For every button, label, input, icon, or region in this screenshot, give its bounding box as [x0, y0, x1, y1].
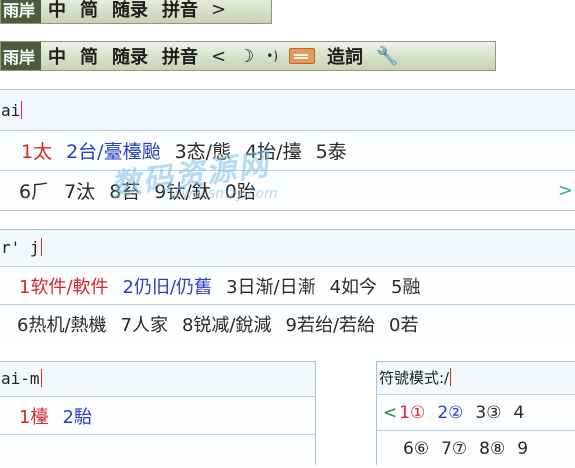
candidate-6[interactable]: 6热机/熱機 [17, 311, 107, 337]
candidate-window-ai-m: ai-m 1檯 2駘 [0, 361, 316, 468]
candidate-row-1: 1软件/軟件 2仍旧/仍舊 3日渐/日漸 4如今 5融 [0, 266, 575, 304]
candidate-4[interactable]: 4如今 [330, 273, 377, 299]
ime-toolbar-top: 雨岸 中 简 随录 拼音 > [0, 0, 272, 24]
punctuation-icon[interactable]: •) [260, 49, 284, 63]
composition-line: r' j [0, 230, 575, 264]
record-button[interactable]: 随录 [105, 0, 155, 22]
candidate-2[interactable]: 2駘 [62, 403, 91, 429]
candidate-3[interactable]: 3日渐/日漸 [226, 273, 316, 299]
candidate-5[interactable]: 5泰 [316, 137, 347, 164]
candidate-0[interactable]: 0若 [389, 311, 418, 337]
text-caret [40, 238, 42, 256]
text-caret [40, 369, 42, 387]
expand-arrow-icon[interactable]: > [205, 0, 232, 20]
candidate-2[interactable]: 2仍旧/仍舊 [123, 273, 213, 299]
candidate-window-ai: ai 1太 2台/臺檯颱 3态/態 4抬/擡 5泰 6⺁ 7汰 8苔 9钛/鈦 … [0, 89, 575, 211]
candidate-1[interactable]: 1软件/軟件 [19, 273, 109, 299]
candidate-2[interactable]: 2台/臺檯颱 [66, 137, 161, 164]
keyboard-icon[interactable] [289, 48, 316, 64]
candidate-9[interactable]: 9钛/鈦 [154, 177, 211, 204]
candidate-3[interactable]: 3态/態 [175, 137, 232, 164]
prev-page-arrow-icon[interactable]: < [383, 403, 397, 423]
candidate-2[interactable]: 2② [437, 403, 463, 423]
candidate-7[interactable]: 7人家 [121, 311, 168, 337]
composition-text: 符號模式:/ [379, 368, 450, 387]
candidate-5[interactable]: 5融 [391, 273, 420, 299]
candidate-8[interactable]: 8苔 [109, 177, 140, 204]
pinyin-button[interactable]: 拼音 [155, 43, 205, 69]
candidate-6[interactable]: 6⑥ [403, 439, 429, 459]
candidate-6[interactable]: 6⺁ [19, 177, 50, 204]
candidate-window-rj: r' j 1软件/軟件 2仍旧/仍舊 3日渐/日漸 4如今 5融 6热机/熱機 … [0, 229, 575, 342]
candidate-7[interactable]: 7⑦ [441, 439, 467, 459]
wrench-icon[interactable]: 🔧 [370, 46, 404, 67]
text-caret [21, 101, 23, 119]
candidate-7[interactable]: 7汰 [64, 177, 95, 204]
collapse-arrow-icon[interactable]: < [205, 46, 232, 67]
chinese-mode-button[interactable]: 中 [41, 43, 73, 69]
record-button[interactable]: 随录 [105, 43, 155, 69]
composition-text: r' j [1, 237, 40, 257]
composition-line: ai-m [0, 362, 315, 394]
chinese-mode-button[interactable]: 中 [41, 0, 73, 22]
text-caret [450, 368, 452, 386]
pinyin-button[interactable]: 拼音 [155, 0, 205, 22]
candidate-4[interactable]: 4抬/擡 [245, 137, 302, 164]
candidate-0[interactable]: 0跆 [225, 177, 256, 204]
moon-icon[interactable]: ☽ [232, 46, 260, 67]
candidate-9[interactable]: 9 [517, 439, 528, 459]
simplified-button[interactable]: 简 [73, 0, 105, 22]
candidate-row-2: 6热机/熱機 7人家 8锐减/銳減 9若绐/若紿 0若 [0, 304, 575, 342]
candidate-9[interactable]: 9若绐/若紿 [286, 311, 376, 337]
composition-text: ai [1, 100, 21, 120]
next-page-arrow-icon[interactable]: > [558, 180, 573, 201]
ime-toolbar-expanded: 雨岸 中 简 随录 拼音 < ☽ •) 造詞 🔧 [0, 41, 496, 71]
composition-line: ai [0, 90, 575, 130]
candidate-3[interactable]: 3③ [475, 403, 501, 423]
candidate-1[interactable]: 1① [399, 403, 425, 423]
make-word-button[interactable]: 造詞 [320, 43, 370, 69]
ime-logo[interactable]: 雨岸 [1, 42, 42, 70]
candidate-row-2: 6⑥ 7⑦ 8⑧ 9 [377, 430, 575, 466]
candidate-row-2: 6⺁ 7汰 8苔 9钛/鈦 0跆 > [0, 170, 575, 210]
candidate-row-empty [0, 434, 315, 468]
candidate-8[interactable]: 8⑧ [479, 439, 505, 459]
ime-logo[interactable]: 雨岸 [1, 0, 42, 23]
candidate-row-1: < 1① 2② 3③ 4 [377, 394, 575, 430]
candidate-window-symbol-mode: 符號模式:/ < 1① 2② 3③ 4 6⑥ 7⑦ 8⑧ 9 [376, 361, 575, 466]
candidate-row-1: 1檯 2駘 [0, 396, 315, 434]
candidate-1[interactable]: 1檯 [19, 403, 48, 429]
composition-line: 符號模式:/ [377, 362, 575, 392]
candidate-1[interactable]: 1太 [21, 137, 52, 164]
simplified-button[interactable]: 简 [73, 43, 105, 69]
candidate-row-1: 1太 2台/臺檯颱 3态/態 4抬/擡 5泰 [0, 130, 575, 170]
candidate-4[interactable]: 4 [513, 403, 524, 423]
candidate-8[interactable]: 8锐减/銳減 [182, 311, 272, 337]
composition-text: ai-m [1, 368, 40, 388]
